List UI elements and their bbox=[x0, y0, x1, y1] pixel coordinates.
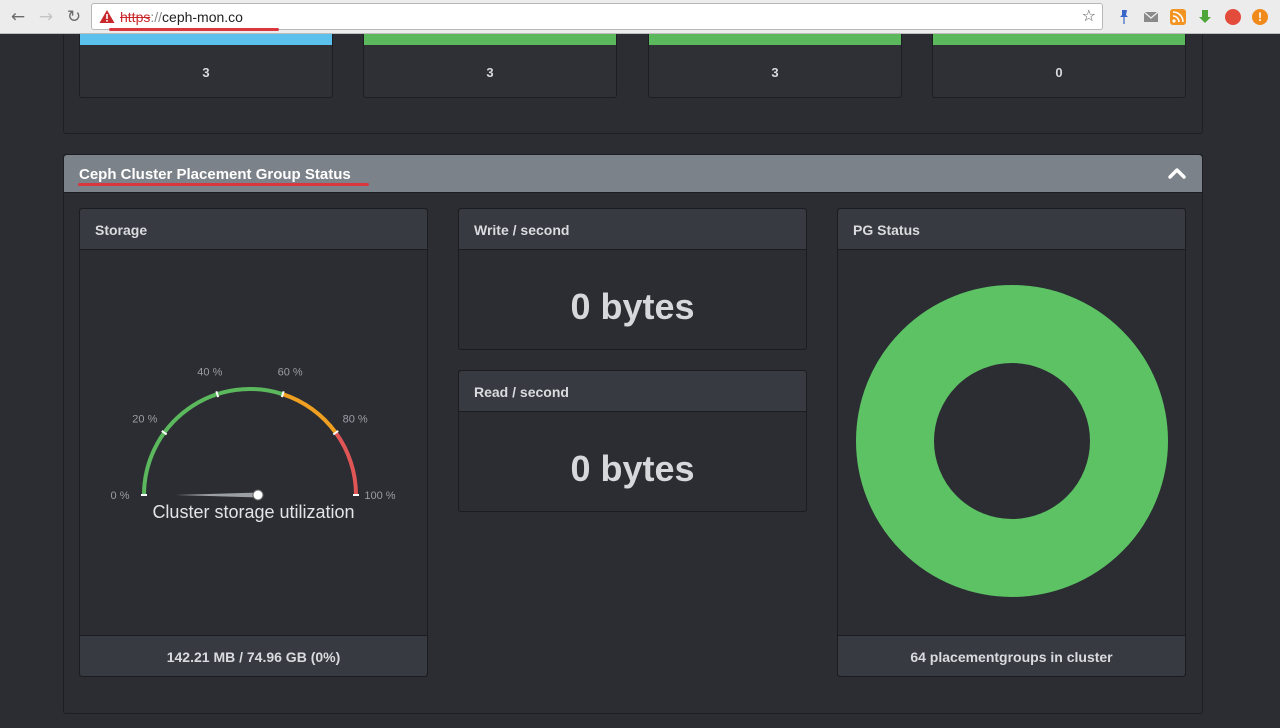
card-header: Read / second bbox=[459, 371, 806, 412]
card-footer: 64 placementgroups in cluster bbox=[838, 635, 1185, 676]
count-value: 3 bbox=[486, 65, 494, 80]
mail-extension-icon[interactable] bbox=[1143, 9, 1159, 25]
pg-status-donut-slice bbox=[856, 285, 1168, 597]
write-rate-value: 0 bytes bbox=[570, 286, 695, 327]
url-host: ceph-mon.co bbox=[162, 9, 243, 25]
pg-status-card: PG Status 64 placementgroups in cluster bbox=[837, 208, 1186, 677]
count-value: 3 bbox=[202, 65, 210, 80]
pg-status-donut bbox=[856, 285, 1168, 597]
gauge-caption: Cluster storage utilization bbox=[152, 502, 355, 522]
chevron-up-icon[interactable] bbox=[1168, 166, 1186, 180]
count-strip bbox=[649, 34, 901, 45]
placement-group-count: 64 placementgroups in cluster bbox=[910, 649, 1113, 665]
gauge-tick-label: 60 % bbox=[278, 366, 303, 378]
url-text: https://ceph-mon.co bbox=[120, 9, 243, 25]
url-scheme: https bbox=[120, 9, 151, 25]
alert-extension-icon[interactable]: ! bbox=[1252, 9, 1268, 25]
count-box: 3 bbox=[648, 34, 902, 98]
gauge-tick-label: 20 % bbox=[132, 414, 157, 426]
forward-icon[interactable]: → bbox=[36, 7, 56, 27]
read-rate-card: Read / second 0 bytes bbox=[458, 370, 807, 512]
red-circle-extension-icon[interactable] bbox=[1225, 9, 1241, 25]
browser-toolbar: ← → ↻ https://ceph-mon.co ☆ ! bbox=[0, 0, 1280, 34]
gauge-tick-label: 80 % bbox=[343, 414, 368, 426]
panel-title: Ceph Cluster Placement Group Status bbox=[79, 166, 351, 183]
title-underline bbox=[78, 183, 369, 186]
url-separator: :// bbox=[150, 9, 163, 25]
count-box: 0 bbox=[932, 34, 1186, 98]
count-strip bbox=[933, 34, 1185, 45]
gauge-tick-label: 40 % bbox=[197, 366, 222, 378]
gauge-tick-label: 100 % bbox=[364, 490, 395, 502]
gauge-needle-hub bbox=[252, 489, 264, 501]
security-warning-icon[interactable] bbox=[99, 9, 115, 24]
gauge-needle bbox=[176, 492, 258, 498]
write-rate-card: Write / second 0 bytes bbox=[458, 208, 807, 350]
pushpin-extension-icon[interactable] bbox=[1116, 9, 1132, 25]
storage-card: Storage 0 % 20 % 40 % 60 % 80 % 100 % Cluster… bbox=[79, 208, 428, 677]
count-box: 3 bbox=[79, 34, 333, 98]
count-value: 3 bbox=[771, 65, 779, 80]
back-icon[interactable]: ← bbox=[8, 7, 28, 27]
address-bar[interactable]: https://ceph-mon.co ☆ bbox=[91, 3, 1103, 30]
card-title: Read / second bbox=[474, 384, 569, 400]
count-box: 3 bbox=[363, 34, 617, 98]
gauge-tick-label: 0 % bbox=[111, 490, 130, 502]
storage-usage-text: 142.21 MB / 74.96 GB (0%) bbox=[166, 649, 341, 665]
reload-icon[interactable]: ↻ bbox=[64, 7, 84, 27]
card-header: Write / second bbox=[459, 209, 806, 250]
count-value: 0 bbox=[1055, 65, 1063, 80]
storage-gauge: 0 % 20 % 40 % 60 % 80 % 100 % bbox=[111, 366, 396, 502]
card-footer: 142.21 MB / 74.96 GB (0%) bbox=[80, 635, 427, 676]
download-extension-icon[interactable] bbox=[1197, 9, 1213, 25]
read-rate-value: 0 bytes bbox=[570, 448, 695, 489]
card-title: Write / second bbox=[474, 222, 570, 238]
gauge-band bbox=[282, 392, 338, 434]
panel-header[interactable]: Ceph Cluster Placement Group Status bbox=[64, 155, 1202, 193]
rss-extension-icon[interactable] bbox=[1170, 9, 1186, 25]
url-underline bbox=[109, 28, 279, 31]
bookmark-star-icon[interactable]: ☆ bbox=[1082, 6, 1096, 25]
count-strip bbox=[80, 34, 332, 45]
count-strip bbox=[364, 34, 616, 45]
gauge-band bbox=[142, 387, 284, 496]
gauge-band bbox=[334, 431, 358, 496]
